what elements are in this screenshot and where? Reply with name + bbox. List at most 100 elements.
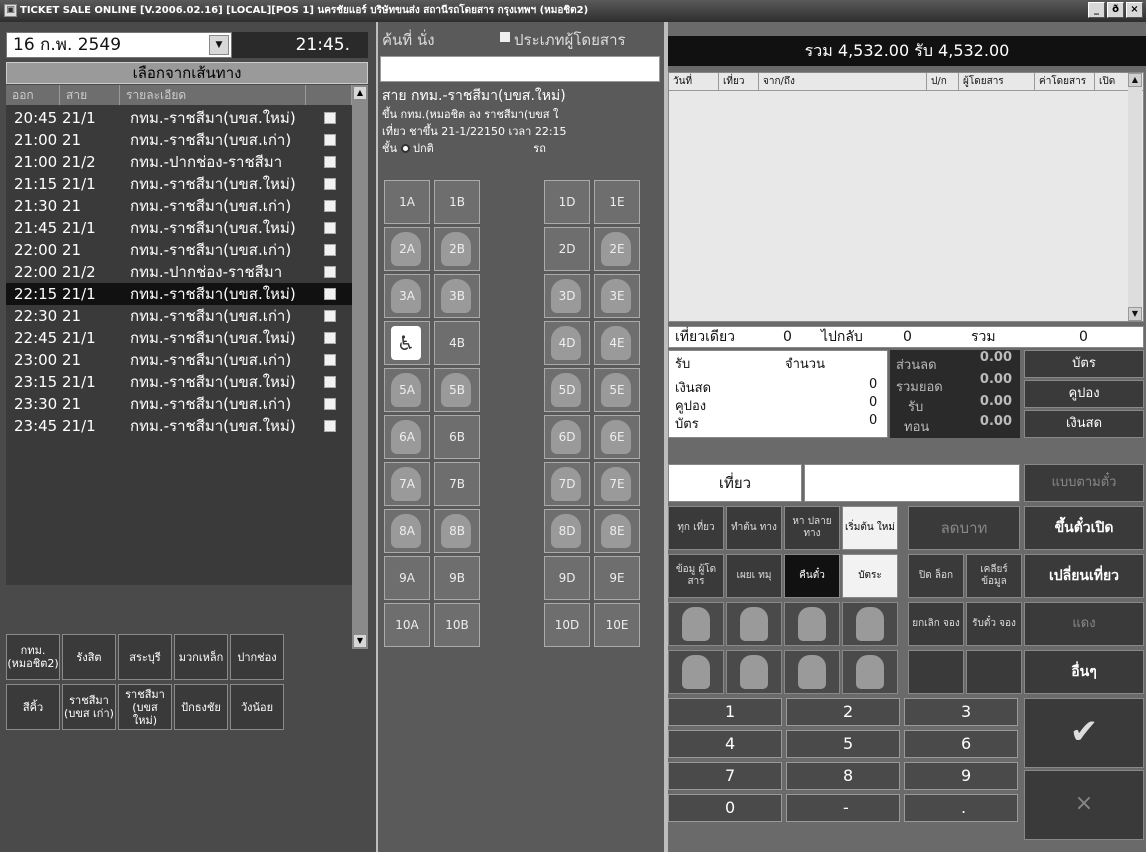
trip-checkbox[interactable] (324, 332, 336, 344)
seat-9b[interactable]: 9B (434, 556, 480, 600)
destination-button[interactable]: ปักธงชัย (174, 684, 228, 730)
scroll-up-icon[interactable]: ▲ (1128, 73, 1142, 87)
seat-7d[interactable]: 7D (544, 462, 590, 506)
extra-button-2[interactable] (966, 650, 1022, 694)
numpad-key[interactable]: 3 (904, 698, 1018, 726)
seat-9d[interactable]: 9D (544, 556, 590, 600)
numpad-key[interactable]: 4 (668, 730, 782, 758)
destination-button[interactable]: สีคิ้ว (6, 684, 60, 730)
destination-button[interactable]: วังน้อย (230, 684, 284, 730)
function-button[interactable]: ปิด ล็อก (908, 554, 964, 598)
passenger-type-button[interactable] (842, 650, 898, 694)
seat-5e[interactable]: 5E (594, 368, 640, 412)
discount-baht-button[interactable]: ลดบาท (908, 506, 1020, 550)
trip-row[interactable]: 20:45 21/1 กทม.-ราชสีมา(บขส.ใหม่) (6, 107, 352, 129)
function-button[interactable]: บัตระ (842, 554, 898, 598)
numpad-key[interactable]: 9 (904, 762, 1018, 790)
seat-10e[interactable]: 10E (594, 603, 640, 647)
numpad-key[interactable]: 0 (668, 794, 782, 822)
seat-3a[interactable]: 3A (384, 274, 430, 318)
trip-row[interactable]: 21:45 21/1 กทม.-ราชสีมา(บขส.ใหม่) (6, 217, 352, 239)
seat-1d[interactable]: 1D (544, 180, 590, 224)
trip-checkbox[interactable] (324, 200, 336, 212)
destination-button[interactable]: ราชสีมา (บขส ใหม่) (118, 684, 172, 730)
seat-3e[interactable]: 3E (594, 274, 640, 318)
seat-10a[interactable]: 10A (384, 603, 430, 647)
trip-checkbox[interactable] (324, 398, 336, 410)
destination-button[interactable]: ราชสีมา (บขส เก่า) (62, 684, 116, 730)
seat-1e[interactable]: 1E (594, 180, 640, 224)
seat-6b[interactable]: 6B (434, 415, 480, 459)
change-trip-button[interactable]: เปลี่ยนเที่ยว (1024, 554, 1144, 598)
passenger-type-button[interactable] (668, 650, 724, 694)
seat-8a[interactable]: 8A (384, 509, 430, 553)
seat-6d[interactable]: 6D (544, 415, 590, 459)
cancel-reservation-button[interactable]: ยกเลิก จอง (908, 602, 964, 646)
function-button[interactable]: เคลียร์ ข้อมูล (966, 554, 1022, 598)
scroll-up-icon[interactable]: ▲ (353, 86, 367, 100)
card-button[interactable]: บัตร (1024, 350, 1144, 378)
seat-3b[interactable]: 3B (434, 274, 480, 318)
seat-4a[interactable]: ♿ (384, 321, 430, 365)
seat-9a[interactable]: 9A (384, 556, 430, 600)
seat-8b[interactable]: 8B (434, 509, 480, 553)
ticket-column-header[interactable]: ป/ก (927, 73, 959, 90)
trip-checkbox[interactable] (324, 354, 336, 366)
others-button[interactable]: อื่นๆ (1024, 650, 1144, 694)
ticket-grid-scrollbar[interactable]: ▲ ▼ (1128, 73, 1142, 321)
chevron-down-icon[interactable]: ▼ (209, 35, 229, 55)
seat-5b[interactable]: 5B (434, 368, 480, 412)
function-button[interactable]: หา ปลาย ทาง (784, 506, 840, 550)
confirm-check-icon[interactable]: ✔ (1024, 698, 1144, 768)
trip-row[interactable]: 22:30 21 กทม.-ราชสีมา(บขส.เก่า) (6, 305, 352, 327)
numpad-key[interactable]: - (786, 794, 900, 822)
cancel-x-icon[interactable]: × (1024, 770, 1144, 840)
destination-button[interactable]: สระบุรี (118, 634, 172, 680)
seat-6a[interactable]: 6A (384, 415, 430, 459)
numpad-key[interactable]: 2 (786, 698, 900, 726)
numpad-key[interactable]: 7 (668, 762, 782, 790)
seat-10b[interactable]: 10B (434, 603, 480, 647)
passenger-type-button[interactable] (668, 602, 724, 646)
seat-4e[interactable]: 4E (594, 321, 640, 365)
seat-4d[interactable]: 4D (544, 321, 590, 365)
ticket-column-header[interactable]: ผู้โดยสาร (959, 73, 1035, 90)
numpad-key[interactable]: 6 (904, 730, 1018, 758)
ticket-column-header[interactable]: เที่ยว (719, 73, 759, 90)
seat-4b[interactable]: 4B (434, 321, 480, 365)
cash-button[interactable]: เงินสด (1024, 410, 1144, 438)
trip-checkbox[interactable] (324, 134, 336, 146)
passenger-type-checkbox[interactable] (500, 32, 510, 42)
open-ticket-button[interactable]: ขึ้นตั๋วเปิด (1024, 506, 1144, 550)
trip-checkbox[interactable] (324, 222, 336, 234)
seat-2d[interactable]: 2D (544, 227, 590, 271)
numpad-key[interactable]: 8 (786, 762, 900, 790)
seat-2e[interactable]: 2E (594, 227, 640, 271)
seat-1a[interactable]: 1A (384, 180, 430, 224)
seat-5d[interactable]: 5D (544, 368, 590, 412)
trip-row[interactable]: 22:00 21 กทม.-ราชสีมา(บขส.เก่า) (6, 239, 352, 261)
trip-row[interactable]: 23:00 21 กทม.-ราชสีมา(บขส.เก่า) (6, 349, 352, 371)
trip-row[interactable]: 23:45 21/1 กทม.-ราชสีมา(บขส.ใหม่) (6, 415, 352, 437)
restore-button[interactable]: ð (1107, 2, 1124, 18)
function-button[interactable]: ทุก เที่ยว (668, 506, 724, 550)
function-button[interactable]: ทำต้น ทาง (726, 506, 782, 550)
seat-3d[interactable]: 3D (544, 274, 590, 318)
seat-2b[interactable]: 2B (434, 227, 480, 271)
trip-row[interactable]: 21:00 21 กทม.-ราชสีมา(บขส.เก่า) (6, 129, 352, 151)
red-button[interactable]: แดง (1024, 602, 1144, 646)
passenger-type-button[interactable] (726, 650, 782, 694)
ticket-column-header[interactable]: จาก/ถึง (759, 73, 927, 90)
trip-row[interactable]: 22:00 21/2 กทม.-ปากช่อง-ราชสีมา (6, 261, 352, 283)
trip-checkbox[interactable] (324, 156, 336, 168)
function-button[interactable]: เริ่มต้น ใหม่ (842, 506, 898, 550)
route-tickets-button[interactable]: แบบตามตั๋ว (1024, 464, 1144, 502)
passenger-type-button[interactable] (784, 602, 840, 646)
column-header-time[interactable]: ออก (6, 85, 60, 105)
trip-row[interactable]: 23:30 21 กทม.-ราชสีมา(บขส.เก่า) (6, 393, 352, 415)
trip-row[interactable]: 23:15 21/1 กทม.-ราชสีมา(บขส.ใหม่) (6, 371, 352, 393)
seat-1b[interactable]: 1B (434, 180, 480, 224)
seat-10d[interactable]: 10D (544, 603, 590, 647)
function-button[interactable]: คืนตั๋ว (784, 554, 840, 598)
destination-button[interactable]: ปากช่อง (230, 634, 284, 680)
